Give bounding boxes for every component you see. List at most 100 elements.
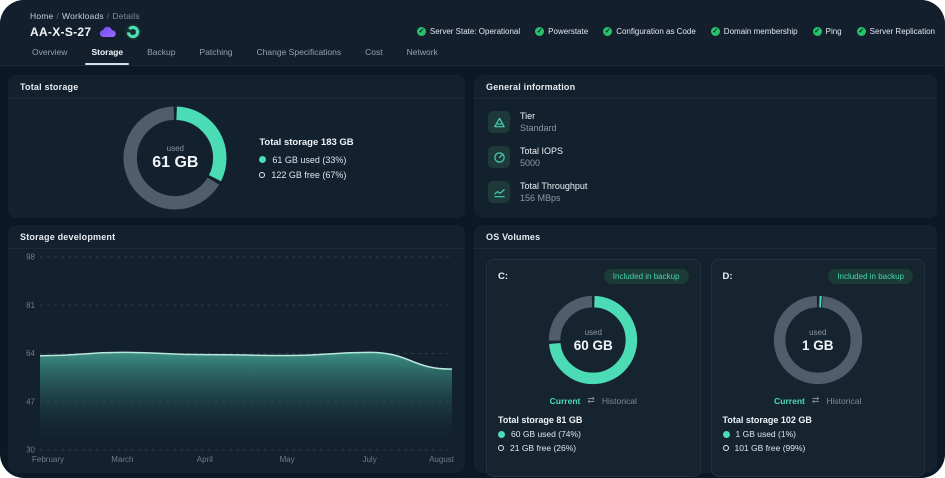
tab-cost[interactable]: Cost bbox=[363, 41, 384, 65]
storage-development-chart: 9881644730FebruaryMarchAprilMayJulyAugus… bbox=[12, 249, 461, 471]
legend-free-label: 21 GB free (26%) bbox=[510, 443, 576, 453]
status-label: Configuration as Code bbox=[616, 27, 696, 36]
info-value: 156 MBps bbox=[520, 193, 587, 203]
svg-text:81: 81 bbox=[26, 301, 35, 310]
status-badge-server-state: ✓ Server State: Operational bbox=[417, 27, 520, 36]
donut-center: used 61 GB bbox=[119, 102, 231, 214]
tab-storage[interactable]: Storage bbox=[89, 41, 125, 65]
backup-status-badge: Included in backup bbox=[604, 269, 689, 284]
status-badge-server-replication: ✓ Server Replication bbox=[857, 27, 935, 36]
tab-backup[interactable]: Backup bbox=[145, 41, 177, 65]
cloud-icon bbox=[99, 26, 117, 38]
tab-change-specifications[interactable]: Change Specifications bbox=[255, 41, 344, 65]
check-icon: ✓ bbox=[417, 27, 426, 36]
info-label: Tier bbox=[520, 111, 557, 121]
tab-network[interactable]: Network bbox=[405, 41, 440, 65]
svg-text:May: May bbox=[280, 455, 295, 464]
breadcrumb: Home/Workloads/Details bbox=[30, 11, 140, 21]
check-icon: ✓ bbox=[813, 27, 822, 36]
svg-text:February: February bbox=[32, 455, 64, 464]
volume-card-d: D: Included in backup used 1 G bbox=[711, 259, 926, 477]
breadcrumb-workloads[interactable]: Workloads bbox=[62, 11, 104, 21]
volume-head: C: Included in backup bbox=[498, 269, 689, 284]
used-dot-icon bbox=[723, 431, 730, 438]
svg-text:March: March bbox=[111, 455, 133, 464]
toggle-current[interactable]: Current bbox=[774, 396, 805, 406]
breadcrumb-separator: / bbox=[107, 11, 110, 21]
os-volumes-card: OS Volumes C: Included in backup bbox=[474, 225, 937, 473]
volume-head: D: Included in backup bbox=[723, 269, 914, 284]
volume-donut-area: used 1 GB bbox=[723, 292, 914, 388]
legend-free-label: 122 GB free (67%) bbox=[271, 170, 346, 180]
card-title: OS Volumes bbox=[486, 232, 540, 242]
card-header: OS Volumes bbox=[474, 225, 937, 249]
page-header: Home/Workloads/Details AA-X-S-27 bbox=[0, 0, 945, 66]
donut-used-label: used bbox=[167, 144, 184, 153]
storage-development-card: Storage development 9881644730FebruaryMa… bbox=[8, 225, 465, 473]
donut-center: used 1 GB bbox=[770, 292, 866, 388]
legend-title: Total storage 183 GB bbox=[259, 137, 353, 148]
donut-value: 1 GB bbox=[802, 338, 834, 353]
toggle-historical[interactable]: Historical bbox=[826, 396, 861, 406]
throughput-icon bbox=[488, 181, 510, 203]
volume-c-donut: used 60 GB bbox=[545, 292, 641, 388]
legend-free-label: 101 GB free (99%) bbox=[735, 443, 806, 453]
volume-name: D: bbox=[723, 271, 733, 282]
free-dot-icon bbox=[723, 445, 729, 451]
card-title: Storage development bbox=[20, 232, 115, 242]
legend-item-used: 61 GB used (33%) bbox=[259, 155, 353, 165]
tier-icon bbox=[488, 111, 510, 133]
page-title: AA-X-S-27 bbox=[30, 25, 91, 39]
status-row: ✓ Server State: Operational ✓ Powerstate… bbox=[417, 27, 935, 36]
svg-text:64: 64 bbox=[26, 349, 35, 358]
info-value: 5000 bbox=[520, 158, 563, 168]
used-dot-icon bbox=[498, 431, 505, 438]
donut-value: 61 GB bbox=[152, 154, 198, 172]
info-row-throughput: Total Throughput 156 MBps bbox=[488, 181, 923, 203]
general-information-card: General information Tier Standard bbox=[474, 75, 937, 218]
donut-used-label: used bbox=[585, 328, 602, 337]
status-badge-powerstate: ✓ Powerstate bbox=[535, 27, 588, 36]
tab-patching[interactable]: Patching bbox=[197, 41, 234, 65]
swap-arrows-icon[interactable]: ⇄ bbox=[812, 395, 820, 406]
donut-value: 60 GB bbox=[574, 338, 613, 353]
general-information-body: Tier Standard Total IOPS 5000 bbox=[474, 99, 937, 215]
toggle-current[interactable]: Current bbox=[550, 396, 581, 406]
total-storage-card: Total storage used 61 GB Total storage 1… bbox=[8, 75, 465, 218]
current-historical-toggle: Current ⇄ Historical bbox=[723, 395, 914, 406]
status-label: Powerstate bbox=[548, 27, 588, 36]
toggle-historical[interactable]: Historical bbox=[602, 396, 637, 406]
card-header: Total storage bbox=[8, 75, 465, 99]
info-label: Total IOPS bbox=[520, 146, 563, 156]
legend-used-label: 60 GB used (74%) bbox=[511, 429, 581, 439]
status-label: Server State: Operational bbox=[430, 27, 520, 36]
legend-item-used: 60 GB used (74%) bbox=[498, 429, 689, 439]
status-label: Ping bbox=[826, 27, 842, 36]
free-dot-icon bbox=[259, 172, 265, 178]
donut-used-label: used bbox=[809, 328, 826, 337]
info-label: Total Throughput bbox=[520, 181, 587, 191]
info-value: Standard bbox=[520, 123, 557, 133]
donut-center: used 60 GB bbox=[545, 292, 641, 388]
card-header: General information bbox=[474, 75, 937, 99]
current-historical-toggle: Current ⇄ Historical bbox=[498, 395, 689, 406]
title-row: AA-X-S-27 bbox=[30, 24, 141, 40]
legend-title: Total storage 102 GB bbox=[723, 415, 914, 425]
total-storage-body: used 61 GB Total storage 183 GB 61 GB us… bbox=[8, 99, 465, 217]
svg-text:July: July bbox=[362, 455, 376, 464]
breadcrumb-details: Details bbox=[112, 11, 139, 21]
volume-d-donut: used 1 GB bbox=[770, 292, 866, 388]
tab-overview[interactable]: Overview bbox=[30, 41, 69, 65]
volume-name: C: bbox=[498, 271, 508, 282]
card-title: General information bbox=[486, 82, 575, 92]
legend-used-label: 61 GB used (33%) bbox=[272, 155, 346, 165]
legend-item-free: 122 GB free (67%) bbox=[259, 170, 353, 180]
volume-donut-area: used 60 GB bbox=[498, 292, 689, 388]
iops-icon bbox=[488, 146, 510, 168]
svg-text:April: April bbox=[197, 455, 213, 464]
swap-arrows-icon[interactable]: ⇄ bbox=[587, 395, 595, 406]
status-label: Server Replication bbox=[870, 27, 935, 36]
volume-legend: Total storage 81 GB 60 GB used (74%) 21 … bbox=[498, 415, 689, 453]
breadcrumb-home[interactable]: Home bbox=[30, 11, 53, 21]
legend-item-used: 1 GB used (1%) bbox=[723, 429, 914, 439]
